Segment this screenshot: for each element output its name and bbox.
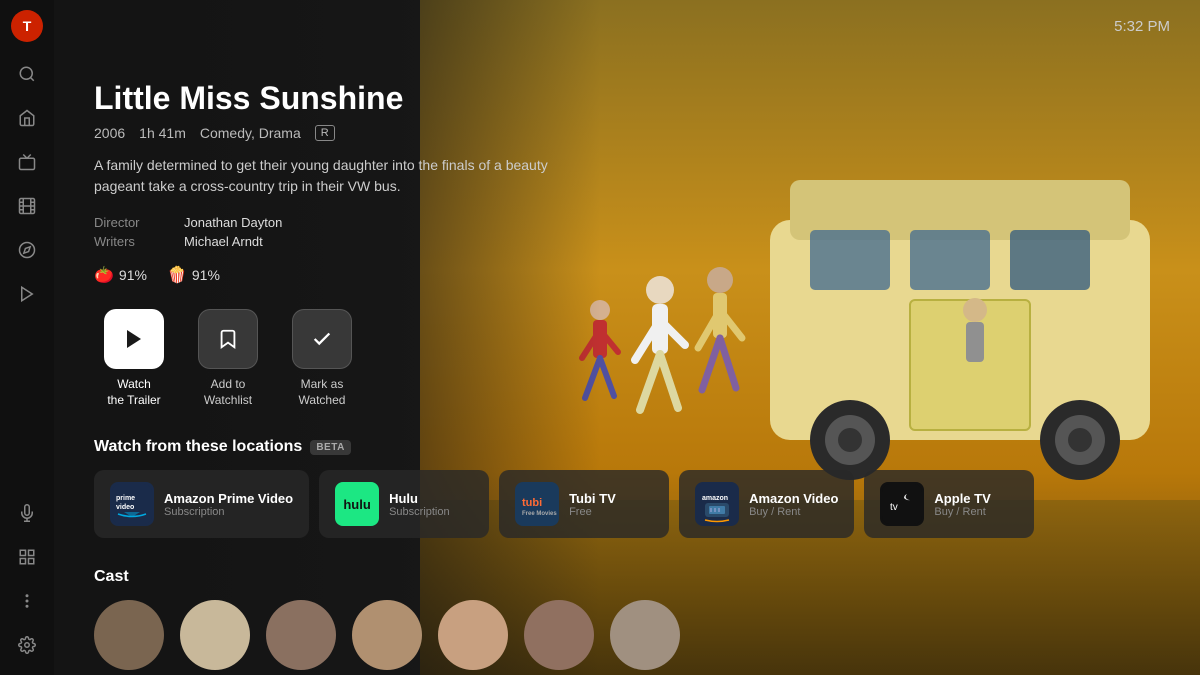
ratings-row: 🍅 91% 🍿 91%: [94, 265, 1160, 285]
tomato-icon: 🍅: [94, 265, 114, 285]
hulu-name: Hulu: [389, 491, 450, 506]
locations-section-header: Watch from these locations BETA: [94, 438, 1160, 456]
tubi-info: Tubi TV Free: [569, 491, 616, 518]
amazon-name: Amazon Video: [749, 491, 838, 506]
main-content: 5:32 PM Little Miss Sunshine 2006 1h 41m…: [54, 0, 1200, 675]
amazon-info: Amazon Video Buy / Rent: [749, 491, 838, 518]
movie-genres: Comedy, Drama: [200, 125, 301, 141]
cast-avatar[interactable]: [352, 600, 422, 670]
location-hulu[interactable]: hulu Hulu Subscription: [319, 470, 489, 538]
add-watchlist-label: Add toWatchlist: [204, 377, 252, 408]
svg-text:tv: tv: [890, 502, 898, 513]
prime-name: Amazon Prime Video: [164, 491, 293, 506]
prime-info: Amazon Prime Video Subscription: [164, 491, 293, 518]
popcorn-icon: 🍿: [167, 265, 187, 285]
writers-row: Writers Michael Arndt: [94, 234, 1160, 249]
prime-logo: prime video: [110, 482, 154, 526]
watch-trailer-button[interactable]: Watchthe Trailer: [94, 309, 174, 408]
svg-text:Free Movies & TV: Free Movies & TV: [522, 511, 557, 517]
location-appletv[interactable]: tv Apple TV Buy / Rent: [864, 470, 1034, 538]
check-icon: [311, 328, 333, 350]
svg-text:video: video: [116, 504, 134, 511]
svg-text:prime: prime: [116, 495, 135, 502]
amazon-icon: amazon: [697, 484, 737, 524]
bookmark-icon: [217, 328, 239, 350]
sidebar-item-discover[interactable]: [7, 230, 47, 270]
tubi-logo: tubi Free Movies & TV: [515, 482, 559, 526]
amazon-logo: amazon: [695, 482, 739, 526]
cast-row: [94, 600, 1160, 670]
action-buttons: Watchthe Trailer Add toWatchlist Mark as…: [94, 309, 1160, 408]
cast-avatar[interactable]: [610, 600, 680, 670]
location-tubi[interactable]: tubi Free Movies & TV Tubi TV Free: [499, 470, 669, 538]
sidebar-item-home[interactable]: [7, 98, 47, 138]
svg-text:tubi: tubi: [522, 497, 542, 509]
sidebar-item-tv[interactable]: [7, 142, 47, 182]
hulu-info: Hulu Subscription: [389, 491, 450, 518]
movie-rating: R: [315, 125, 335, 141]
amazon-type: Buy / Rent: [749, 506, 838, 518]
locations-row: prime video Amazon Prime Video Subscript…: [94, 470, 1160, 538]
cast-avatar[interactable]: [266, 600, 336, 670]
sidebar-item-search[interactable]: [7, 54, 47, 94]
sidebar-item-watchlist[interactable]: [7, 274, 47, 314]
clock: 5:32 PM: [1114, 18, 1170, 35]
add-watchlist-button[interactable]: Add toWatchlist: [188, 309, 268, 408]
movie-meta: 2006 1h 41m Comedy, Drama R: [94, 125, 1160, 141]
movie-title: Little Miss Sunshine: [94, 80, 1160, 117]
tomato-score: 91%: [119, 267, 147, 283]
sidebar: T: [0, 0, 54, 675]
mark-watched-button[interactable]: Mark asWatched: [282, 309, 362, 408]
sidebar-item-movies[interactable]: [7, 186, 47, 226]
audience-score: 91%: [192, 267, 220, 283]
prime-type: Subscription: [164, 506, 293, 518]
movie-duration: 1h 41m: [139, 125, 186, 141]
play-icon: [122, 327, 146, 351]
appletv-icon: tv: [882, 484, 922, 524]
mark-watched-label: Mark asWatched: [299, 377, 346, 408]
movie-year: 2006: [94, 125, 125, 141]
cast-avatar[interactable]: [524, 600, 594, 670]
cast-avatar[interactable]: [180, 600, 250, 670]
audience-rating: 🍿 91%: [167, 265, 220, 285]
director-value: Jonathan Dayton: [184, 215, 282, 230]
watchlist-icon-container: [198, 309, 258, 369]
tubi-icon: tubi Free Movies & TV: [517, 484, 557, 524]
tubi-type: Free: [569, 506, 616, 518]
sidebar-item-settings[interactable]: [7, 625, 47, 665]
watch-trailer-label: Watchthe Trailer: [107, 377, 160, 408]
movie-description: A family determined to get their young d…: [94, 155, 574, 197]
crew-info: Director Jonathan Dayton Writers Michael…: [94, 215, 1160, 249]
cast-title: Cast: [94, 568, 1160, 586]
director-label: Director: [94, 215, 154, 230]
prime-video-icon: prime video: [112, 484, 152, 524]
appletv-logo: tv: [880, 482, 924, 526]
beta-badge: BETA: [310, 440, 350, 455]
appletv-name: Apple TV: [934, 491, 990, 506]
writers-value: Michael Arndt: [184, 234, 263, 249]
hulu-type: Subscription: [389, 506, 450, 518]
sidebar-item-microphone[interactable]: [7, 493, 47, 533]
sidebar-item-grid[interactable]: [7, 537, 47, 577]
hulu-logo: hulu: [335, 482, 379, 526]
sidebar-item-more[interactable]: [7, 581, 47, 621]
appletv-type: Buy / Rent: [934, 506, 990, 518]
cast-section: Cast: [94, 568, 1160, 670]
locations-title: Watch from these locations: [94, 438, 302, 456]
writers-label: Writers: [94, 234, 154, 249]
cast-avatar[interactable]: [438, 600, 508, 670]
appletv-info: Apple TV Buy / Rent: [934, 491, 990, 518]
tomato-rating: 🍅 91%: [94, 265, 147, 285]
location-prime[interactable]: prime video Amazon Prime Video Subscript…: [94, 470, 309, 538]
svg-text:amazon: amazon: [702, 495, 728, 502]
location-amazon[interactable]: amazon Amazon Video Buy / Rent: [679, 470, 854, 538]
cast-avatar[interactable]: [94, 600, 164, 670]
tubi-name: Tubi TV: [569, 491, 616, 506]
user-avatar[interactable]: T: [11, 10, 43, 42]
play-icon-container: [104, 309, 164, 369]
check-icon-container: [292, 309, 352, 369]
director-row: Director Jonathan Dayton: [94, 215, 1160, 230]
